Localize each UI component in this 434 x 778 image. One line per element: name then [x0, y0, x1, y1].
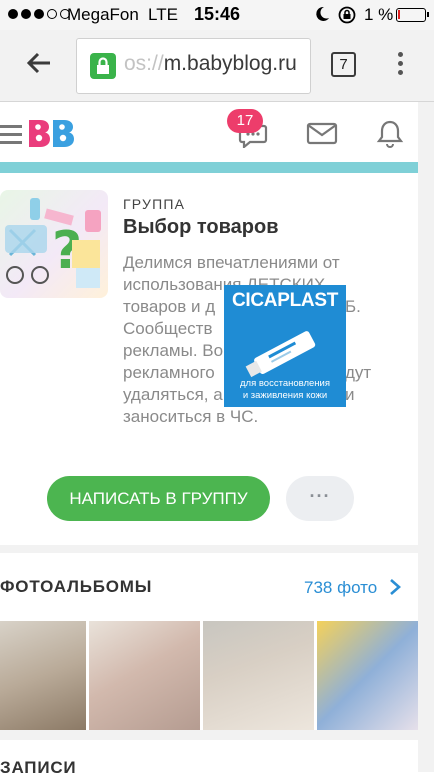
chevron-right-icon[interactable] — [388, 578, 402, 596]
cicaplast-ad-banner[interactable]: CICAPLAST для восстановления и заживлени… — [224, 285, 346, 407]
photo-albums-title: ФОТОАЛЬБОМЫ — [0, 577, 153, 596]
address-bar[interactable]: os://m.babyblog.ru — [76, 38, 311, 94]
posts-title: ЗАПИСИ — [0, 758, 77, 777]
photo-thumbnail[interactable] — [317, 621, 418, 730]
ad-caption: для восстановления и заживления кожи — [239, 378, 330, 401]
battery-percent: 1 % — [364, 5, 394, 24]
browser-toolbar: os://m.babyblog.ru 7 — [0, 30, 434, 102]
photo-thumbnail[interactable] — [89, 621, 200, 730]
photo-count-link[interactable]: 738 фото — [304, 578, 377, 598]
photo-thumbnail[interactable] — [0, 621, 86, 730]
site-header: 17 — [0, 102, 418, 162]
rotation-lock-icon — [337, 5, 357, 30]
menu-icon[interactable] — [0, 125, 22, 149]
more-options-button[interactable]: ··· — [286, 476, 354, 521]
moon-icon — [313, 5, 331, 28]
url-text: os://m.babyblog.ru — [124, 52, 297, 75]
battery-icon — [396, 8, 429, 22]
scroll-gutter — [418, 102, 434, 772]
ad-brand: CICAPLAST — [231, 290, 339, 311]
group-title: Выбор товаров — [123, 216, 279, 238]
write-to-group-button[interactable]: НАПИСАТЬ В ГРУППУ — [47, 476, 270, 521]
status-bar: MegaFon LTE 15:46 1 % — [0, 0, 434, 30]
more-vert-icon[interactable] — [398, 52, 404, 78]
group-label: ГРУППА — [123, 196, 186, 212]
group-avatar[interactable]: ? — [0, 190, 108, 298]
photo-strip — [0, 621, 418, 730]
bell-icon[interactable] — [373, 118, 407, 148]
back-arrow-icon[interactable] — [24, 48, 54, 78]
mail-icon[interactable] — [305, 118, 339, 148]
messages-count-badge: 17 — [227, 109, 263, 133]
babyblog-logo[interactable] — [26, 116, 78, 153]
lock-icon — [90, 53, 116, 79]
cream-tube-icon — [245, 331, 316, 378]
section-divider — [0, 545, 418, 553]
section-divider — [0, 730, 418, 740]
tabs-button[interactable]: 7 — [331, 52, 356, 77]
photo-thumbnail[interactable] — [203, 621, 314, 730]
header-divider — [0, 162, 418, 173]
